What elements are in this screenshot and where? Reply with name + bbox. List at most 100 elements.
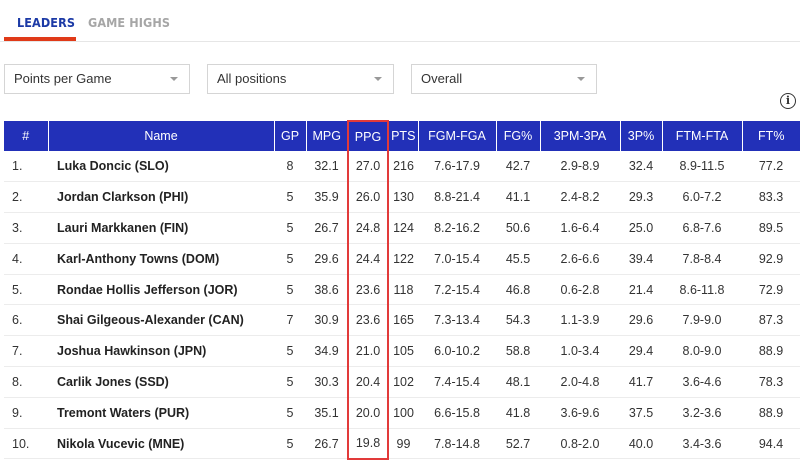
- active-tab-indicator: [4, 37, 76, 41]
- ppg-cell: 24.8: [347, 212, 389, 244]
- 3pm-3pa-cell: 1.0-3.4: [540, 335, 620, 368]
- fg-pct-cell: 46.8: [496, 274, 540, 306]
- table-row: 10. Nikola Vucevic (MNE) 5 26.7 19.8 99 7.8-14…: [4, 428, 800, 460]
- fgm-fga-cell: 6.0-10.2: [418, 335, 496, 368]
- player-name[interactable]: Nikola Vucevic (MNE): [48, 428, 274, 460]
- ppg-cell: 26.0: [347, 181, 389, 214]
- column-header-ft-pct[interactable]: FT%: [742, 121, 800, 151]
- ftm-fta-cell: 3.2-3.6: [662, 397, 742, 429]
- player-name[interactable]: Jordan Clarkson (PHI): [48, 181, 274, 214]
- ft-pct-cell: 83.3: [742, 181, 800, 214]
- rank-cell: 8.: [4, 366, 48, 398]
- player-name[interactable]: Shai Gilgeous-Alexander (CAN): [48, 304, 274, 337]
- mpg-cell: 29.6: [306, 243, 348, 275]
- pts-cell: 122: [388, 243, 418, 275]
- table-row: 3. Lauri Markkanen (FIN) 5 26.7 24.8 124 8.2-1…: [4, 212, 800, 244]
- stat-select-value: Points per Game: [14, 71, 112, 86]
- 3pm-3pa-cell: 2.9-8.9: [540, 151, 620, 183]
- ftm-fta-cell: 8.6-11.8: [662, 274, 742, 306]
- stat-select[interactable]: Points per Game: [4, 64, 190, 94]
- pts-cell: 102: [388, 366, 418, 398]
- info-icon[interactable]: i: [780, 93, 796, 109]
- chevron-down-icon: [577, 77, 585, 81]
- column-header-rank[interactable]: #: [4, 121, 49, 151]
- 3p-pct-cell: 32.4: [620, 151, 662, 183]
- fgm-fga-cell: 7.2-15.4: [418, 274, 496, 306]
- fg-pct-cell: 50.6: [496, 212, 540, 244]
- column-header-gp[interactable]: GP: [274, 121, 307, 151]
- 3p-pct-cell: 41.7: [620, 366, 662, 398]
- ppg-cell: 20.4: [347, 366, 389, 398]
- player-name[interactable]: Joshua Hawkinson (JPN): [48, 335, 274, 368]
- position-select[interactable]: All positions: [207, 64, 394, 94]
- fg-pct-cell: 42.7: [496, 151, 540, 183]
- table-row: 5. Rondae Hollis Jefferson (JOR) 5 38.6 23.6…: [4, 274, 800, 306]
- 3p-pct-cell: 29.6: [620, 304, 662, 337]
- chevron-down-icon: [170, 77, 178, 81]
- column-header-fg-pct[interactable]: FG%: [496, 121, 541, 151]
- pts-cell: 99: [388, 428, 418, 460]
- ft-pct-cell: 72.9: [742, 274, 800, 306]
- player-name[interactable]: Tremont Waters (PUR): [48, 397, 274, 429]
- mpg-cell: 26.7: [306, 212, 348, 244]
- rank-cell: 5.: [4, 274, 48, 306]
- mpg-cell: 30.9: [306, 304, 348, 337]
- ftm-fta-cell: 3.6-4.6: [662, 366, 742, 398]
- ftm-fta-cell: 8.0-9.0: [662, 335, 742, 368]
- scope-select[interactable]: Overall: [411, 64, 597, 94]
- fg-pct-cell: 54.3: [496, 304, 540, 337]
- column-header-3p-pct[interactable]: 3P%: [620, 121, 663, 151]
- pts-cell: 165: [388, 304, 418, 337]
- fgm-fga-cell: 6.6-15.8: [418, 397, 496, 429]
- mpg-cell: 35.9: [306, 181, 348, 214]
- player-name[interactable]: Karl-Anthony Towns (DOM): [48, 243, 274, 275]
- ppg-cell: 27.0: [347, 151, 389, 183]
- table-row: 4. Karl-Anthony Towns (DOM) 5 29.6 24.4 122 7.…: [4, 243, 800, 275]
- fgm-fga-cell: 7.3-13.4: [418, 304, 496, 337]
- 3p-pct-cell: 37.5: [620, 397, 662, 429]
- rank-cell: 6.: [4, 304, 48, 337]
- gp-cell: 5: [274, 243, 306, 275]
- 3pm-3pa-cell: 2.0-4.8: [540, 366, 620, 398]
- ftm-fta-cell: 7.9-9.0: [662, 304, 742, 337]
- player-name[interactable]: Rondae Hollis Jefferson (JOR): [48, 274, 274, 306]
- tab-leaders[interactable]: LEADERS: [17, 15, 75, 30]
- ppg-cell: 19.8: [347, 428, 389, 460]
- pts-cell: 124: [388, 212, 418, 244]
- gp-cell: 5: [274, 274, 306, 306]
- mpg-cell: 35.1: [306, 397, 348, 429]
- ft-pct-cell: 88.9: [742, 397, 800, 429]
- ft-pct-cell: 77.2: [742, 151, 800, 183]
- 3pm-3pa-cell: 2.6-6.6: [540, 243, 620, 275]
- column-header-3pm-3pa[interactable]: 3PM-3PA: [540, 121, 621, 151]
- ppg-cell: 24.4: [347, 243, 389, 275]
- fgm-fga-cell: 7.6-17.9: [418, 151, 496, 183]
- gp-cell: 5: [274, 366, 306, 398]
- column-header-mpg[interactable]: MPG: [306, 121, 349, 151]
- fg-pct-cell: 58.8: [496, 335, 540, 368]
- tab-game-highs[interactable]: GAME HIGHS: [88, 15, 170, 30]
- player-name[interactable]: Luka Doncic (SLO): [48, 151, 274, 183]
- column-header-ftm-fta[interactable]: FTM-FTA: [662, 121, 743, 151]
- column-header-ppg[interactable]: PPG: [347, 120, 389, 151]
- 3pm-3pa-cell: 1.6-6.4: [540, 212, 620, 244]
- player-name[interactable]: Carlik Jones (SSD): [48, 366, 274, 398]
- mpg-cell: 32.1: [306, 151, 348, 183]
- 3pm-3pa-cell: 1.1-3.9: [540, 304, 620, 337]
- player-name[interactable]: Lauri Markkanen (FIN): [48, 212, 274, 244]
- 3p-pct-cell: 40.0: [620, 428, 662, 460]
- ftm-fta-cell: 7.8-8.4: [662, 243, 742, 275]
- 3p-pct-cell: 29.3: [620, 181, 662, 214]
- 3p-pct-cell: 39.4: [620, 243, 662, 275]
- leaders-table: # Name GP MPG PPG PTS FGM-FGA FG% 3PM-3P…: [4, 120, 800, 460]
- column-header-name[interactable]: Name: [48, 121, 275, 151]
- fgm-fga-cell: 8.8-21.4: [418, 181, 496, 214]
- rank-cell: 4.: [4, 243, 48, 275]
- column-header-pts[interactable]: PTS: [388, 121, 419, 151]
- mpg-cell: 34.9: [306, 335, 348, 368]
- column-header-fgm-fga[interactable]: FGM-FGA: [418, 121, 497, 151]
- ft-pct-cell: 89.5: [742, 212, 800, 244]
- table-row: 9. Tremont Waters (PUR) 5 35.1 20.0 100 6.6-15…: [4, 397, 800, 429]
- ft-pct-cell: 87.3: [742, 304, 800, 337]
- position-select-value: All positions: [217, 71, 287, 86]
